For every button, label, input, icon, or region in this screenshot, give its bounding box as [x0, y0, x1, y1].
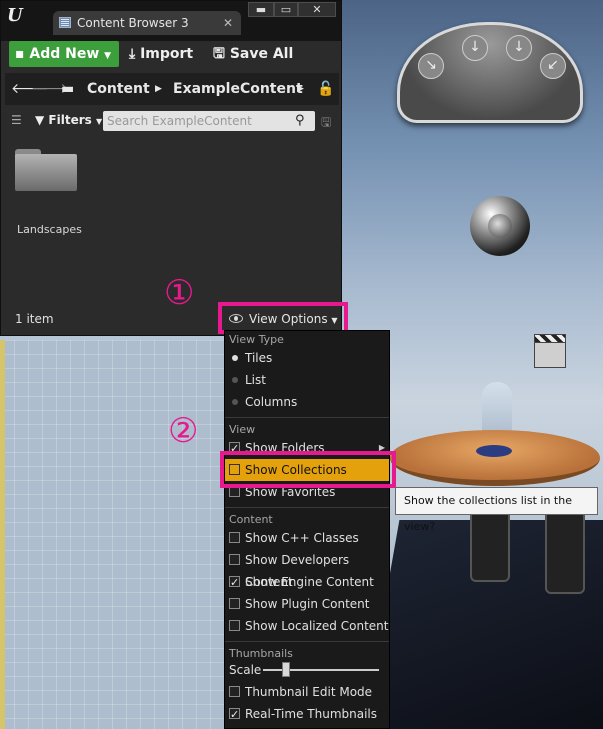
gauge-object: ↘ ↓ ↓ ↙	[397, 22, 583, 123]
menu-item-label: Show C++ Classes	[245, 531, 359, 545]
menu-item-realtime-thumbnails[interactable]: Real-Time Thumbnails	[225, 703, 389, 726]
add-new-button[interactable]: ▪ Add New ▼	[9, 41, 119, 67]
window-controls: ▬ ▭ ✕	[248, 2, 338, 18]
camera-actor-icon	[534, 334, 566, 368]
chevron-right-icon[interactable]: ▶	[297, 73, 304, 105]
checkbox	[229, 704, 240, 726]
radio-icon	[232, 355, 238, 361]
filter-icon: ▼	[35, 113, 45, 127]
menu-item-show-localized-content[interactable]: Show Localized Content	[225, 615, 389, 637]
breadcrumb-content[interactable]: Content	[87, 73, 150, 105]
checkbox	[229, 686, 240, 697]
menu-item-label: Columns	[245, 395, 298, 409]
round-table	[390, 430, 600, 486]
menu-item-label: Tiles	[245, 351, 273, 365]
scale-row: Scale	[225, 659, 389, 681]
menu-item-show-engine-content[interactable]: Show Engine Content	[225, 571, 389, 594]
radio-icon	[232, 399, 238, 405]
unreal-logo-icon: U	[7, 5, 23, 26]
menu-item-thumbnail-edit-mode[interactable]: Thumbnail Edit Mode	[225, 681, 389, 703]
floor-grid	[0, 340, 235, 729]
minimize-button[interactable]: ▬	[248, 2, 274, 17]
filters-label: Filters	[48, 113, 92, 127]
menu-item-show-plugin-content[interactable]: Show Plugin Content	[225, 593, 389, 615]
sources-toggle-icon[interactable]: ☰	[11, 113, 22, 127]
save-icon: 🖫	[213, 46, 225, 62]
item-count: 1 item	[15, 312, 54, 326]
menu-item-columns[interactable]: Columns	[225, 391, 389, 413]
menu-divider	[225, 507, 389, 508]
menu-item-show-developers-content[interactable]: Show Developers Content	[225, 549, 389, 589]
scale-slider[interactable]	[263, 669, 379, 671]
tab-label: Content Browser 3	[77, 16, 189, 30]
asset-label[interactable]: Landscapes	[17, 223, 82, 236]
chevron-down-icon: ▼	[95, 117, 103, 126]
save-all-button[interactable]: 🖫 Save All	[213, 41, 293, 67]
scale-label: Scale	[229, 663, 262, 677]
maximize-button[interactable]: ▭	[274, 2, 298, 17]
checkbox	[229, 572, 240, 594]
import-icon: ⤓	[129, 46, 136, 62]
scale-slider-handle[interactable]	[282, 662, 291, 677]
annotation-box-2	[220, 451, 396, 488]
annotation-number-1: ①	[164, 273, 195, 313]
lock-icon[interactable]: 🔓	[317, 73, 334, 105]
menu-item-label: List	[245, 373, 266, 387]
tab-content-browser[interactable]: Content Browser 3 ✕	[53, 11, 241, 35]
breadcrumb: 🡐 🡒 ▬ Content ▶ ExampleContent ▶ 🔓	[5, 73, 339, 105]
floor-edge	[0, 340, 5, 729]
menu-item-list[interactable]: List	[225, 369, 389, 391]
breadcrumb-examplecontent[interactable]: ExampleContent	[173, 73, 303, 105]
checkbox	[229, 554, 240, 565]
menu-item-label: Show Plugin Content	[245, 597, 370, 611]
menu-header-content: Content	[229, 513, 273, 526]
chevron-down-icon: ▼	[104, 51, 112, 61]
title-bar: U Content Browser 3 ✕ ▬ ▭ ✕	[1, 1, 341, 41]
menu-header-view-type: View Type	[229, 333, 284, 346]
menu-item-label: Thumbnail Edit Mode	[245, 685, 373, 699]
checkbox	[229, 598, 240, 609]
search-icon[interactable]: ⚲	[295, 113, 305, 128]
tooltip: Show the collections list in the view?	[395, 487, 598, 533]
menu-divider	[225, 417, 389, 418]
import-label: Import	[140, 46, 194, 62]
folder-icon: ▬	[61, 81, 75, 97]
save-all-label: Save All	[229, 46, 294, 62]
radio-icon	[232, 377, 238, 383]
folder-icon[interactable]	[15, 149, 77, 191]
filters-button[interactable]: ▼ Filters ▼	[35, 113, 102, 127]
close-window-button[interactable]: ✕	[298, 2, 336, 17]
menu-header-view: View	[229, 423, 256, 436]
annotation-number-2: ②	[168, 411, 199, 451]
save-search-icon[interactable]: 🖫	[321, 113, 331, 134]
import-button[interactable]: ⤓ Import	[129, 41, 193, 67]
menu-item-show-cpp-classes[interactable]: Show C++ Classes	[225, 527, 389, 549]
menu-item-label: Real-Time Thumbnails	[245, 707, 378, 721]
add-new-label: Add New	[29, 46, 100, 62]
checkbox	[229, 620, 240, 631]
toolbar: ▪ Add New ▼ ⤓ Import 🖫 Save All	[5, 39, 339, 69]
menu-item-label: Show Localized Content	[245, 619, 389, 633]
reflective-sphere	[470, 196, 530, 256]
checkbox	[229, 532, 240, 543]
menu-item-tiles[interactable]: Tiles	[225, 347, 389, 369]
chair	[545, 510, 585, 594]
view-options-menu: View Type Tiles List Columns View Show F…	[224, 330, 390, 729]
search-input[interactable]: Search ExampleContent	[103, 111, 315, 131]
content-browser-icon	[59, 17, 71, 28]
filter-bar: ☰ ▼ Filters ▼ Search ExampleContent ⚲ 🖫	[5, 109, 339, 135]
menu-divider	[225, 641, 389, 642]
tab-close-icon[interactable]: ✕	[223, 11, 233, 35]
menu-item-label: Show Engine Content	[245, 575, 374, 589]
chevron-right-icon[interactable]: ▶	[155, 73, 162, 105]
plus-icon: ▪	[15, 46, 25, 62]
